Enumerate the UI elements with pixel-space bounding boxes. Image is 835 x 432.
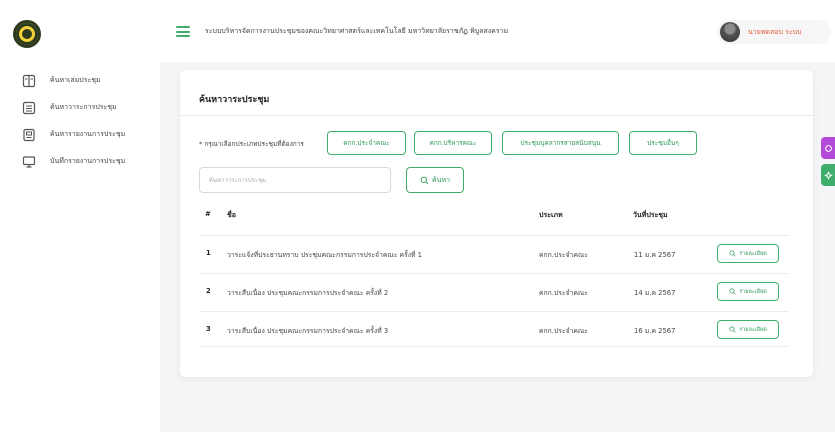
table-row: 3 วาระสืบเนื่อง ประชุมคณะกรรมการประจำคณะ… [199, 311, 789, 347]
details-button-label: รายละเอียด [739, 326, 767, 333]
column-header-date: วันที่ประชุม [633, 211, 668, 219]
column-header-name: ชื่อ [227, 211, 236, 219]
sidebar-item-record-report[interactable]: บันทึกรายงานการประชุม [0, 151, 160, 172]
page-title: ค้นหาวาระประชุม [199, 95, 270, 105]
sidebar-item-label: ค้นหาเล่มประชุม [50, 76, 101, 84]
details-button-label: รายละเอียด [739, 288, 767, 295]
sidebar-item-label: ค้นหาวาระการประชุม [50, 103, 117, 111]
list-icon [22, 101, 36, 114]
user-menu[interactable]: นายทดสอบ ระบบ [717, 20, 831, 44]
agenda-name: วาระสืบเนื่อง ประชุมคณะกรรมการประจำคณะ ค… [227, 289, 389, 297]
university-logo[interactable] [13, 20, 41, 48]
column-header-number: # [205, 210, 211, 218]
search-icon [729, 250, 736, 257]
meeting-type: คกก.ประจำคณะ [539, 289, 588, 297]
search-icon [420, 176, 429, 184]
meeting-date: 14 ม.ค 2567 [634, 289, 676, 297]
sidebar-menu: ค้นหาเล่มประชุม ค้นหาวาระการประชุม ค้นหา… [0, 70, 160, 178]
sidebar-item-label: บันทึกรายงานการประชุม [50, 157, 126, 165]
search-button[interactable]: ค้นหา [406, 167, 464, 193]
filter-faculty-committee-button[interactable]: คกก.ประจำคณะ [327, 131, 406, 155]
agenda-name: วาระสืบเนื่อง ประชุมคณะกรรมการประจำคณะ ค… [227, 327, 389, 335]
agenda-search-input[interactable] [199, 167, 391, 193]
customizer-tab[interactable] [821, 137, 835, 159]
topbar: ระบบบริหารจัดการงานประชุมของคณะวิทยาศาสต… [160, 0, 835, 62]
gear-icon [824, 171, 832, 179]
sidebar-item-label: ค้นหารายงานการประชุม [50, 130, 126, 138]
search-icon [729, 326, 736, 333]
filter-support-staff-button[interactable]: ประชุมบุคลากรสายสนับสนุน [502, 131, 619, 155]
user-name: นายทดสอบ ระบบ [748, 27, 802, 36]
row-number: 3 [206, 325, 211, 333]
column-header-type: ประเภท [539, 211, 563, 219]
sidebar-item-search-report[interactable]: ค้นหารายงานการประชุม [0, 124, 160, 145]
details-button[interactable]: รายละเอียด [717, 244, 779, 263]
document-icon [23, 128, 35, 141]
palette-icon [824, 144, 832, 152]
table-row: 1 วาระแจ้งที่ประธานทราบ ประชุมคณะกรรมการ… [199, 235, 789, 271]
settings-tab[interactable] [821, 164, 835, 186]
divider [180, 115, 813, 116]
filter-faculty-admin-button[interactable]: คกก.บริหารคณะ [414, 131, 492, 155]
details-button-label: รายละเอียด [739, 250, 767, 257]
details-button[interactable]: รายละเอียด [717, 282, 779, 301]
search-icon [729, 288, 736, 295]
agenda-name: วาระแจ้งที่ประธานทราบ ประชุมคณะกรรมการปร… [227, 251, 422, 259]
table-row: 2 วาระสืบเนื่อง ประชุมคณะกรรมการประจำคณะ… [199, 273, 789, 309]
sidebar: ค้นหาเล่มประชุม ค้นหาวาระการประชุม ค้นหา… [0, 0, 160, 432]
meeting-date: 16 ม.ค 2567 [634, 327, 676, 335]
meeting-type: คกก.ประจำคณะ [539, 251, 588, 259]
meeting-date: 11 ม.ค 2567 [634, 251, 676, 259]
agenda-search-card: ค้นหาวาระประชุม * กรุณาเลือกประเภทประชุม… [180, 70, 813, 377]
app-title: ระบบบริหารจัดการงานประชุมของคณะวิทยาศาสต… [205, 27, 509, 35]
row-number: 2 [206, 287, 211, 295]
search-button-label: ค้นหา [431, 176, 450, 184]
filter-other-meeting-button[interactable]: ประชุมอื่นๆ [629, 131, 697, 155]
menu-toggle-icon[interactable] [176, 26, 190, 37]
details-button[interactable]: รายละเอียด [717, 320, 779, 339]
monitor-icon [22, 155, 36, 168]
sidebar-item-search-agenda[interactable]: ค้นหาวาระการประชุม [0, 97, 160, 118]
filter-label: * กรุณาเลือกประเภทประชุมที่ต้องการ [199, 140, 304, 148]
row-number: 1 [206, 249, 211, 257]
meeting-type: คกก.ประจำคณะ [539, 327, 588, 335]
sidebar-item-search-meeting-book[interactable]: ค้นหาเล่มประชุม [0, 70, 160, 91]
avatar [720, 22, 740, 42]
book-icon [22, 74, 36, 87]
